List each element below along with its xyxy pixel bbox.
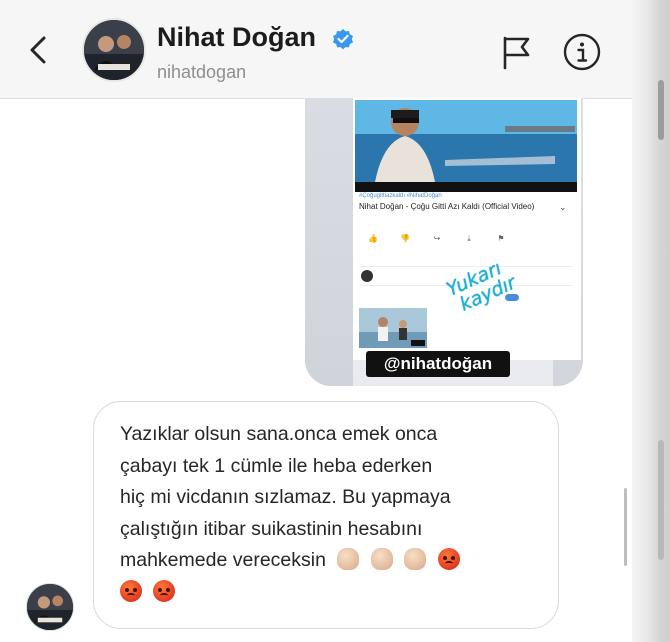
frame-detail xyxy=(658,440,664,560)
device-frame-edge xyxy=(632,0,670,642)
video-title: Nihat Doğan - Çoğu Gitti Azı Kaldı (Offi… xyxy=(359,202,535,211)
download-icon: ⤓ xyxy=(467,234,471,243)
contact-handle: nihatdogan xyxy=(157,62,247,82)
angry-face-emoji xyxy=(120,579,142,602)
chevron-down-icon: ⌄ xyxy=(559,202,567,212)
share-icon: ↪ xyxy=(433,234,441,243)
video-progress-bar xyxy=(355,182,577,192)
message-line: Yazıklar olsun sana.onca emek onca xyxy=(120,423,438,445)
message-line: mahkemede vereceksin xyxy=(120,549,326,572)
oncoming-fist-emoji xyxy=(337,548,360,571)
chat-header: Nihat Doğan nihatdogan xyxy=(0,0,632,99)
mention-sticker[interactable]: @nihatdoğan xyxy=(366,351,510,377)
like-icon: 👍 xyxy=(368,234,378,243)
message-text: Yazıklar olsun sana.onca emek onca çabay… xyxy=(120,419,540,609)
youtube-screenshot: #Çoğugittiazkaldı #NihatDoğan Nihat Doğa… xyxy=(353,98,581,360)
video-tags: #Çoğugittiazkaldı #NihatDoğan xyxy=(359,193,442,199)
info-icon[interactable] xyxy=(562,32,602,72)
message-line: çalıştığın itibar suikastinin hesabını xyxy=(120,517,423,540)
frame-detail xyxy=(658,80,664,140)
story-background xyxy=(305,98,353,386)
angry-face-emoji xyxy=(437,548,460,571)
back-arrow-icon[interactable] xyxy=(22,32,54,68)
message-bubble[interactable]: Yazıklar olsun sana.onca emek onca çabay… xyxy=(93,401,559,629)
angry-face-emoji xyxy=(153,579,176,602)
channel-avatar xyxy=(361,270,373,282)
message-line: çabayı tek 1 cümle ile heba ederken xyxy=(120,454,433,477)
oncoming-fist-emoji xyxy=(370,548,393,571)
recommended-thumbnail xyxy=(359,308,427,348)
sender-avatar[interactable] xyxy=(26,583,74,631)
video-thumbnail xyxy=(355,100,577,182)
dislike-icon: 👎 xyxy=(400,234,410,243)
message-line: hiç mi vicdanın sızlamaz. Bu yapmaya xyxy=(120,486,451,509)
save-icon: ⚑ xyxy=(497,234,505,243)
shared-story-preview[interactable]: #Çoğugittiazkaldı #NihatDoğan Nihat Doğa… xyxy=(305,98,583,386)
profile-avatar[interactable] xyxy=(82,18,146,82)
scrollbar[interactable] xyxy=(624,488,627,566)
flag-icon[interactable] xyxy=(498,32,534,72)
oncoming-fist-emoji xyxy=(404,548,427,571)
verified-badge-icon xyxy=(333,29,353,50)
contact-name[interactable]: Nihat Doğan xyxy=(157,22,316,53)
